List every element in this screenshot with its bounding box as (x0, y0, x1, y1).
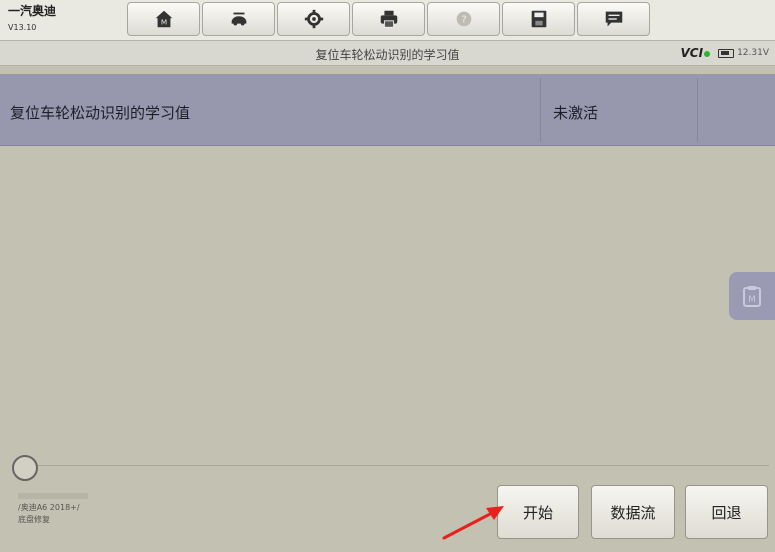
print-button[interactable] (352, 2, 425, 36)
battery-icon (718, 48, 735, 58)
message-button[interactable] (577, 2, 650, 36)
parameter-value: 未激活 (553, 104, 599, 122)
settings-icon (304, 9, 323, 29)
back-button[interactable]: 回退 (685, 485, 768, 539)
page-title: 复位车轮松动识别的学习值 (315, 48, 460, 62)
brand-name: 一汽奥迪 (8, 4, 57, 18)
clipboard-icon: M (743, 286, 761, 307)
vehicle-subsystem: 底盘修复 (18, 515, 50, 524)
parameter-name: 复位车轮松动识别的学习值 (10, 104, 191, 122)
title-bar: 复位车轮松动识别的学习值 VCI 12.31V (0, 40, 775, 66)
home-button[interactable]: M (127, 2, 200, 36)
column-divider (540, 78, 541, 142)
vehicle-swap-button[interactable] (202, 2, 275, 36)
save-button[interactable] (502, 2, 575, 36)
vci-label: VCI (680, 46, 704, 60)
vehicle-brand-logo (12, 455, 38, 481)
datastream-button[interactable]: 数据流 (591, 485, 675, 539)
diagnostic-screen: 一汽奥迪 V13.10 M ? 复位车轮松动识别的学习值 VCI 12.31V … (0, 0, 775, 552)
save-icon (531, 10, 546, 28)
software-version: V13.10 (8, 23, 37, 32)
print-icon (380, 10, 397, 28)
status-area: VCI 12.31V (681, 46, 769, 60)
side-panel-handle[interactable]: M (729, 272, 775, 320)
home-icon: M (155, 10, 172, 28)
svg-text:?: ? (461, 15, 466, 26)
red-arrow-annotation (442, 506, 504, 540)
toolbar: M ? (126, 2, 651, 36)
help-button[interactable]: ? (427, 2, 500, 36)
vci-connected-icon (704, 51, 711, 57)
vci-indicator: VCI (681, 46, 711, 60)
footer-divider (12, 465, 769, 466)
message-icon (605, 11, 622, 27)
settings-button[interactable] (277, 2, 350, 36)
brand-block: 一汽奥迪 V13.10 (8, 4, 98, 34)
help-icon: ? (456, 11, 471, 27)
battery-status: 12.31V (718, 48, 769, 58)
battery-voltage: 12.31V (737, 48, 769, 58)
top-bar: 一汽奥迪 V13.10 M ? (0, 0, 775, 44)
vehicle-swap-icon (231, 12, 246, 26)
column-divider (697, 78, 698, 142)
vehicle-path: /奥迪A6 2018+/ (18, 503, 80, 512)
vehicle-info: /奥迪A6 2018+/ 底盘修复 (18, 490, 90, 526)
blurred-text (18, 492, 88, 499)
svg-text:M: M (748, 295, 756, 305)
svg-text:M: M (160, 18, 166, 27)
table-row[interactable]: 复位车轮松动识别的学习值 未激活 (0, 74, 775, 146)
